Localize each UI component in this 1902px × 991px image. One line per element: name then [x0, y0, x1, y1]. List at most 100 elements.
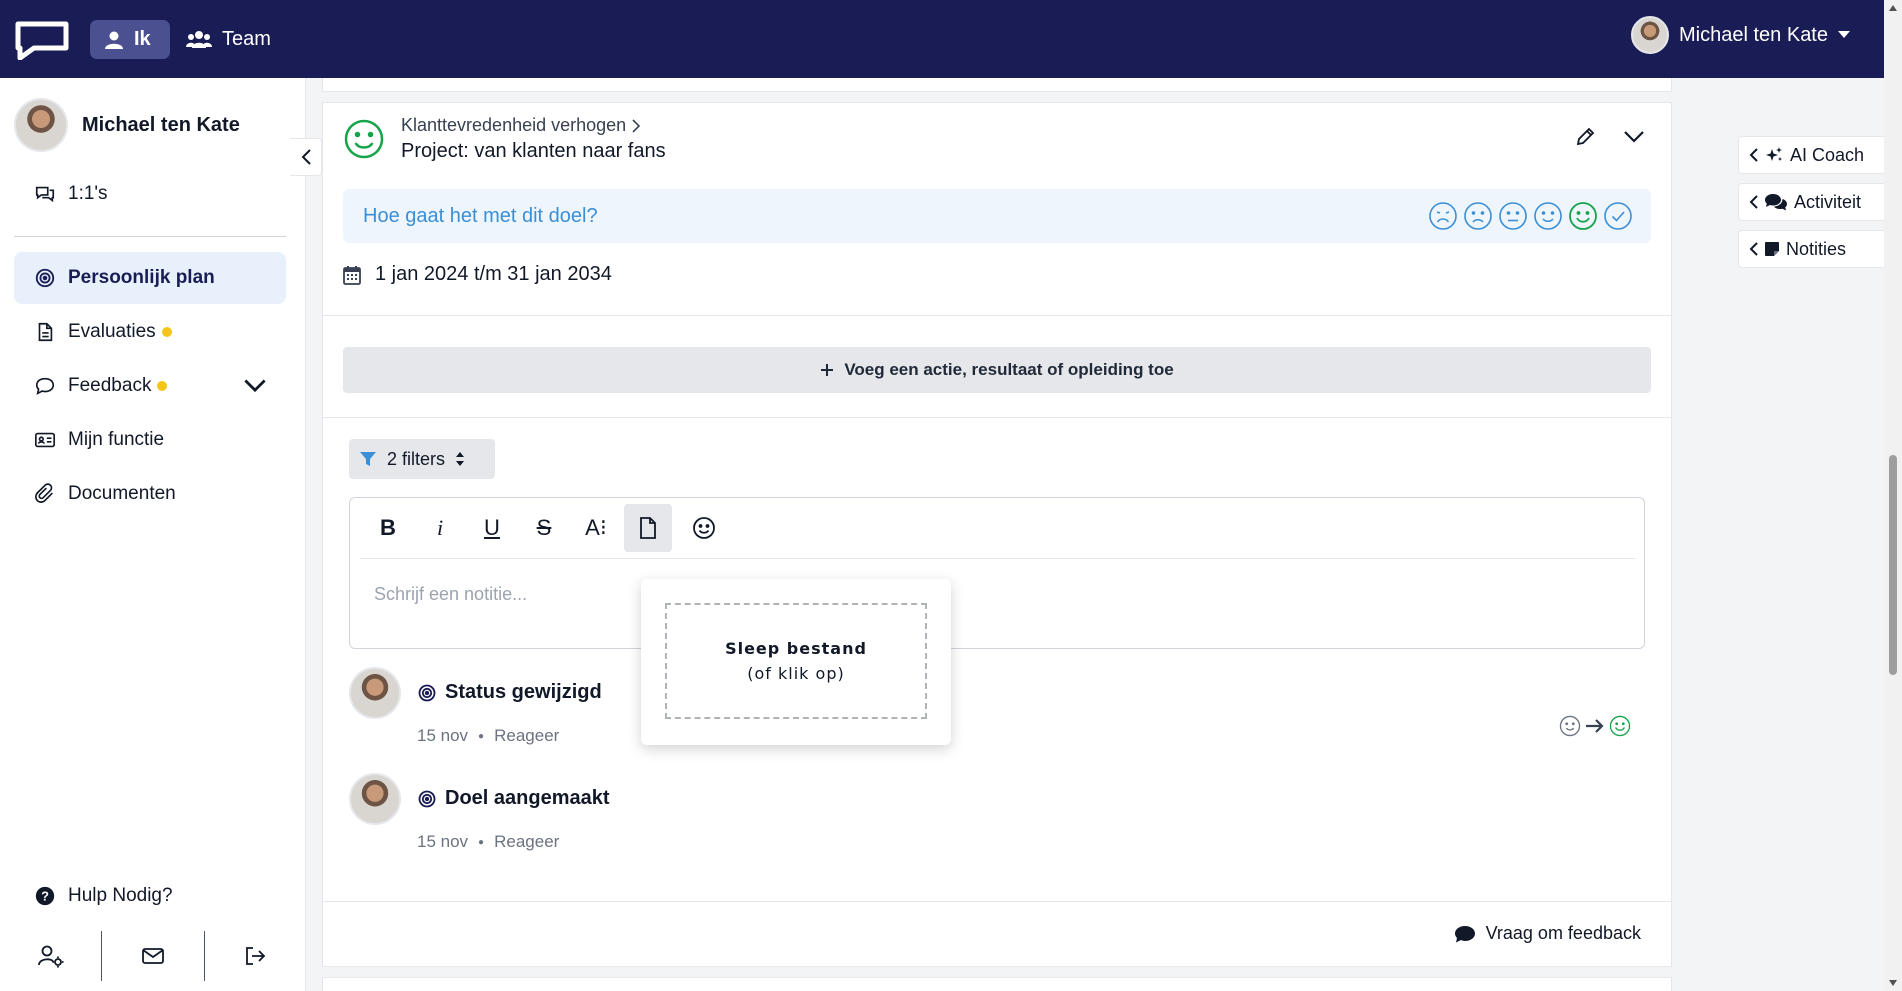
editor-toolbar: B i U S A⁝ — [350, 498, 1644, 558]
collapse-sidebar-button[interactable] — [290, 138, 322, 176]
neutral-face-icon[interactable] — [1498, 201, 1528, 231]
goal-date-row: 1 jan 2024 t/m 31 jan 2034 — [343, 263, 612, 286]
sidebar-item-persoonlijk-plan[interactable]: Persoonlijk plan — [14, 252, 286, 304]
sidebar-item-feedback[interactable]: Feedback — [14, 360, 286, 412]
goal-date-range: 1 jan 2024 t/m 31 jan 2034 — [375, 263, 612, 285]
panel-tab-label: AI Coach — [1790, 144, 1865, 165]
scroll-up-arrow-icon[interactable] — [1888, 4, 1898, 12]
sidebar-item-label: Feedback — [68, 375, 152, 396]
app-logo-icon[interactable] — [12, 18, 72, 60]
add-action-label: Voeg een actie, resultaat of opleiding t… — [844, 360, 1174, 379]
panel-tab-label: Notities — [1786, 238, 1847, 259]
goal-card: Klanttevredenheid verhogen Project: van … — [322, 102, 1672, 967]
sidebar-item-label: Persoonlijk plan — [68, 267, 215, 288]
id-card-icon — [35, 432, 55, 448]
question-circle-icon: ? — [35, 886, 55, 906]
very-sad-face-icon[interactable] — [1428, 201, 1458, 231]
goal-breadcrumb[interactable]: Klanttevredenheid verhogen — [401, 115, 666, 136]
filters-button[interactable]: 2 filters — [349, 439, 495, 479]
font-size-button[interactable]: A⁝ — [572, 504, 620, 552]
sidebar-user-name: Michael ten Kate — [82, 113, 240, 136]
activity-title: Status gewijzigd — [445, 681, 602, 703]
avatar — [349, 773, 401, 825]
sidebar-item-evaluaties[interactable]: Evaluaties — [14, 306, 286, 358]
section-divider — [323, 315, 1671, 316]
messages-button[interactable] — [101, 931, 203, 981]
activity-item: Doel aangemaakt 15 nov ● Reageer — [349, 773, 610, 852]
funnel-icon — [360, 452, 376, 466]
activity-meta: 15 nov ● Reageer — [417, 726, 602, 746]
scroll-down-arrow-icon[interactable] — [1888, 979, 1898, 987]
scrollbar-thumb[interactable] — [1889, 455, 1897, 675]
sidebar-item-one-on-ones[interactable]: 1:1's — [14, 168, 286, 220]
page-scrollbar[interactable] — [1884, 0, 1902, 991]
avatar — [1631, 16, 1670, 54]
strikethrough-button[interactable]: S — [520, 504, 568, 552]
main-content: Klanttevredenheid verhogen Project: van … — [322, 78, 1672, 991]
toolbar-divider — [360, 558, 1636, 559]
sidebar-item-label: Mijn functie — [68, 429, 165, 450]
nav-tab-ik[interactable]: Ik — [90, 20, 170, 59]
bold-button[interactable]: B — [364, 504, 412, 552]
emoji-button[interactable] — [680, 504, 728, 552]
happy-face-icon[interactable] — [1533, 201, 1563, 231]
activity-date: 15 nov — [417, 726, 469, 745]
sidebar-item-label: 1:1's — [68, 183, 108, 204]
file-icon — [640, 517, 656, 539]
logout-button[interactable] — [203, 931, 306, 981]
activity-item: Status gewijzigd 15 nov ● Reageer — [349, 667, 602, 746]
chevron-left-icon — [301, 149, 311, 165]
user-menu-name: Michael ten Kate — [1679, 23, 1828, 46]
italic-button[interactable]: i — [416, 504, 464, 552]
very-happy-face-icon[interactable] — [1568, 201, 1598, 231]
panel-tab-notities[interactable]: Notities — [1738, 230, 1884, 268]
sparkles-icon — [1766, 147, 1782, 161]
add-action-button[interactable]: Voeg een actie, resultaat of opleiding t… — [343, 347, 1651, 393]
comments-icon — [1765, 194, 1787, 211]
panel-tab-label: Activiteit — [1794, 191, 1862, 212]
activity-date: 15 nov — [417, 832, 469, 851]
comment-icon — [1454, 925, 1475, 942]
sad-face-icon[interactable] — [1463, 201, 1493, 231]
help-label: Hulp Nodig? — [68, 885, 173, 906]
user-gear-icon — [37, 945, 64, 968]
dropzone-title: Sleep bestand — [725, 639, 867, 658]
note-input[interactable]: Schrijf een notitie... — [374, 584, 527, 605]
sidebar-item-mijn-functie[interactable]: Mijn functie — [14, 414, 286, 466]
next-card — [322, 977, 1672, 991]
chevron-down-icon[interactable] — [244, 375, 266, 397]
arrow-right-icon — [1586, 719, 1604, 733]
mood-options — [1428, 201, 1633, 231]
file-upload-popup: Sleep bestand (of klik op) — [641, 579, 951, 745]
attach-file-button[interactable] — [624, 504, 672, 552]
nav-tab-team[interactable]: Team — [172, 20, 285, 59]
chevron-right-icon — [632, 118, 641, 133]
reply-link[interactable]: Reageer — [494, 832, 559, 852]
sidebar-user[interactable]: Michael ten Kate — [14, 98, 240, 152]
check-circle-icon[interactable] — [1603, 201, 1633, 231]
file-dropzone[interactable]: Sleep bestand (of klik op) — [665, 603, 927, 719]
paperclip-icon — [35, 483, 53, 503]
sort-icon — [456, 452, 465, 466]
help-link[interactable]: ? Hulp Nodig? — [14, 870, 286, 922]
chevron-left-icon — [1749, 242, 1758, 256]
panel-tab-ai-coach[interactable]: AI Coach — [1738, 136, 1884, 174]
neutral-smile-icon — [1559, 715, 1581, 737]
request-feedback-button[interactable]: Vraag om feedback — [1454, 923, 1641, 944]
panel-tab-activiteit[interactable]: Activiteit — [1738, 183, 1884, 221]
smiley-icon — [344, 119, 384, 159]
user-icon — [105, 31, 123, 49]
pencil-icon[interactable] — [1575, 127, 1595, 147]
underline-button[interactable]: U — [468, 504, 516, 552]
reply-link[interactable]: Reageer — [494, 726, 559, 746]
sidebar-item-label: Evaluaties — [68, 321, 156, 342]
account-settings-button[interactable] — [0, 931, 101, 981]
svg-text:?: ? — [41, 889, 49, 904]
document-icon — [38, 322, 53, 342]
user-menu[interactable]: Michael ten Kate — [1631, 16, 1850, 54]
sidebar-item-label: Documenten — [68, 483, 176, 504]
chevron-down-icon[interactable] — [1623, 130, 1645, 144]
bullet-separator: ● — [478, 730, 485, 742]
activity-title-row: Status gewijzigd — [417, 681, 602, 704]
sidebar-item-documenten[interactable]: Documenten — [14, 468, 286, 520]
